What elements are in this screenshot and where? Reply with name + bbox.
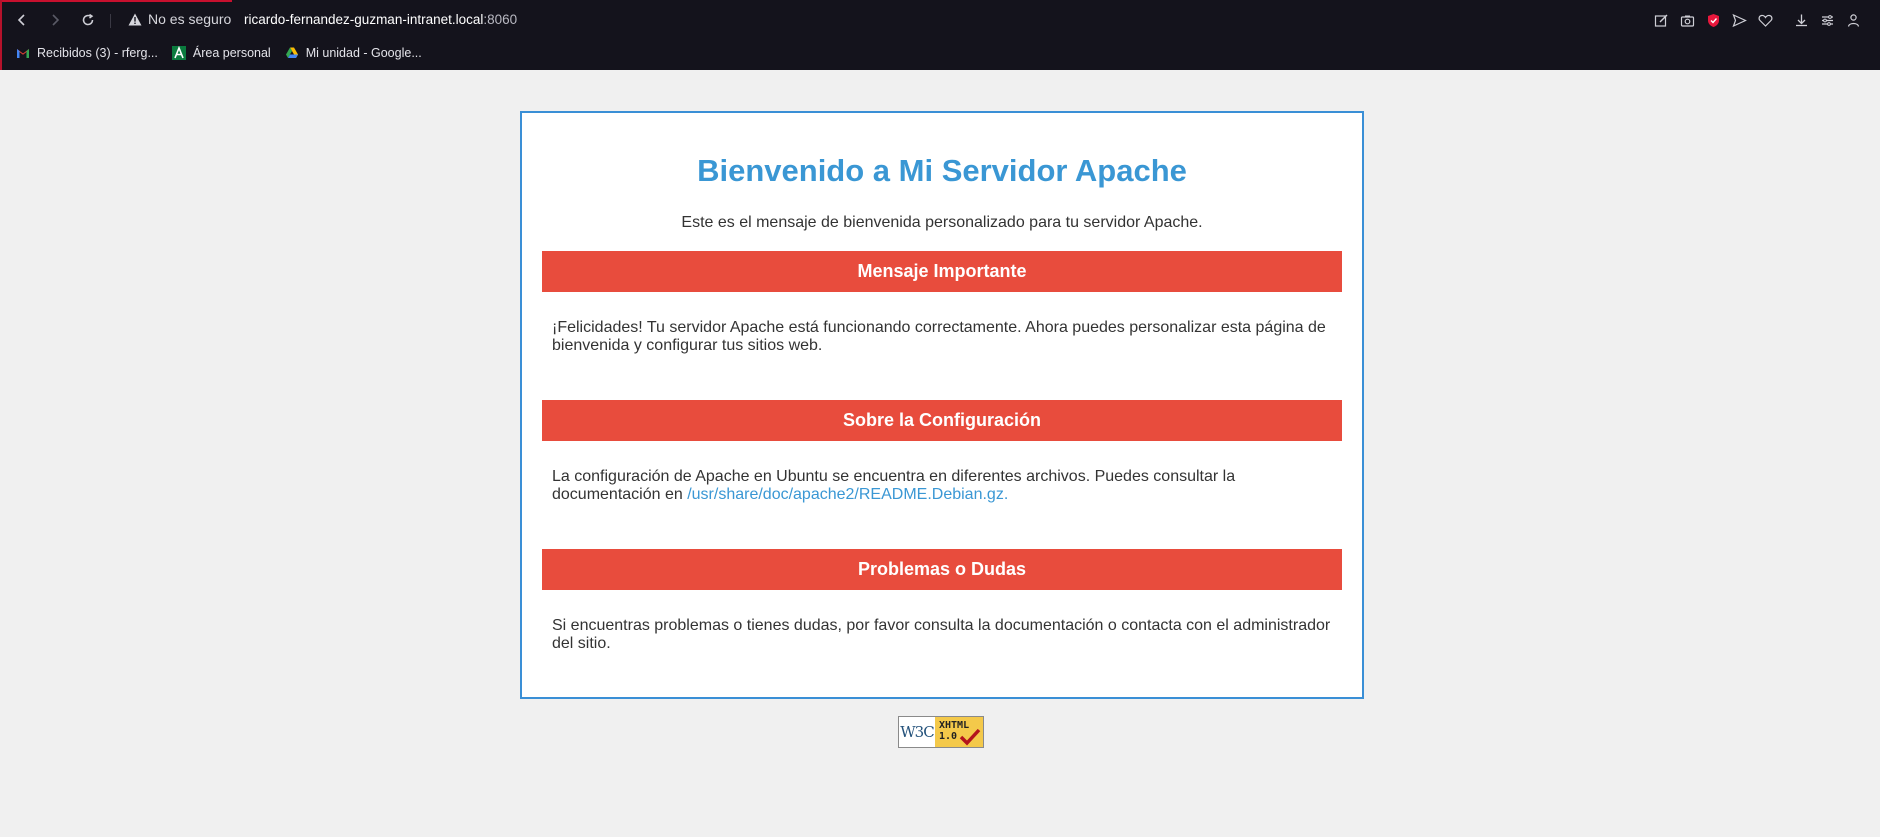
reload-icon (82, 13, 94, 26)
bookmark-google-drive[interactable]: Mi unidad - Google... (285, 46, 422, 60)
section-heading-important: Mensaje Importante (542, 251, 1342, 292)
section-body-problems: Si encuentras problemas o tienes dudas, … (552, 617, 1342, 653)
url-port: :8060 (483, 12, 518, 27)
toolbar-actions (1648, 8, 1866, 32)
section-text: ¡Felicidades! Tu servidor Apache está fu… (552, 319, 1326, 354)
security-indicator[interactable]: No es seguro (128, 11, 231, 27)
bookmarks-bar: Recibidos (3) - rferg... Área personal M… (16, 42, 422, 64)
bookmark-gmail[interactable]: Recibidos (3) - rferg... (16, 46, 158, 60)
xhtml-label: XHTML 1.0 (935, 717, 983, 747)
google-drive-icon (285, 47, 298, 58)
bookmark-label: Recibidos (3) - rferg... (37, 46, 158, 60)
url-field[interactable]: ricardo-fernandez-guzman-intranet.local:… (244, 12, 517, 27)
readme-link[interactable]: /usr/share/doc/apache2/README.Debian.gz (687, 486, 1004, 503)
page-subtitle: Este es el mensaje de bienvenida persona… (681, 214, 1203, 231)
toolbar-divider (110, 14, 111, 28)
welcome-container: Bienvenido a Mi Servidor Apache Este es … (520, 111, 1364, 699)
edit-button[interactable] (1648, 8, 1674, 32)
send-icon (1731, 13, 1747, 27)
url-host: ricardo-fernandez-guzman-intranet.local (244, 12, 484, 27)
section-body-important: ¡Felicidades! Tu servidor Apache está fu… (552, 319, 1342, 355)
security-label: No es seguro (148, 11, 232, 27)
easy-setup-button[interactable] (1814, 8, 1840, 32)
sliders-icon (1821, 14, 1833, 26)
bookmark-area-personal[interactable]: Área personal (171, 46, 271, 60)
w3c-logo: W3C (899, 717, 935, 747)
browser-chrome: No es seguro ricardo-fernandez-guzman-in… (0, 0, 1880, 70)
heart-icon (1758, 14, 1772, 27)
user-icon (1847, 13, 1859, 27)
camera-icon (1680, 15, 1694, 27)
gmail-icon (17, 49, 29, 58)
back-arrow-icon (17, 14, 25, 26)
forward-arrow-icon (52, 14, 60, 26)
profile-button[interactable] (1840, 8, 1866, 32)
section-text-end: . (1003, 486, 1009, 503)
bookmark-label: Mi unidad - Google... (305, 46, 422, 60)
warning-triangle-icon (128, 13, 142, 25)
adblock-button[interactable] (1700, 8, 1726, 32)
section-heading-config: Sobre la Configuración (542, 400, 1342, 441)
snapshot-button[interactable] (1674, 8, 1700, 32)
shield-icon (1707, 13, 1719, 27)
section-text: Si encuentras problemas o tienes dudas, … (552, 617, 1331, 652)
page-title: Bienvenido a Mi Servidor Apache (697, 153, 1187, 188)
address-bar: No es seguro ricardo-fernandez-guzman-in… (2, 0, 1880, 40)
andalucia-icon (171, 46, 186, 60)
edit-icon (1654, 14, 1667, 27)
w3c-xhtml-badge[interactable]: W3C XHTML 1.0 (898, 716, 984, 748)
forward-button[interactable] (43, 8, 67, 32)
back-button[interactable] (10, 8, 34, 32)
download-icon (1795, 14, 1807, 26)
checkmark-icon (959, 728, 981, 746)
section-body-config: La configuración de Apache en Ubuntu se … (552, 468, 1342, 504)
section-heading-problems: Problemas o Dudas (542, 549, 1342, 590)
favorite-button[interactable] (1752, 8, 1778, 32)
bookmark-label: Área personal (192, 46, 271, 60)
send-button[interactable] (1726, 8, 1752, 32)
downloads-button[interactable] (1788, 8, 1814, 32)
reload-button[interactable] (76, 8, 100, 32)
